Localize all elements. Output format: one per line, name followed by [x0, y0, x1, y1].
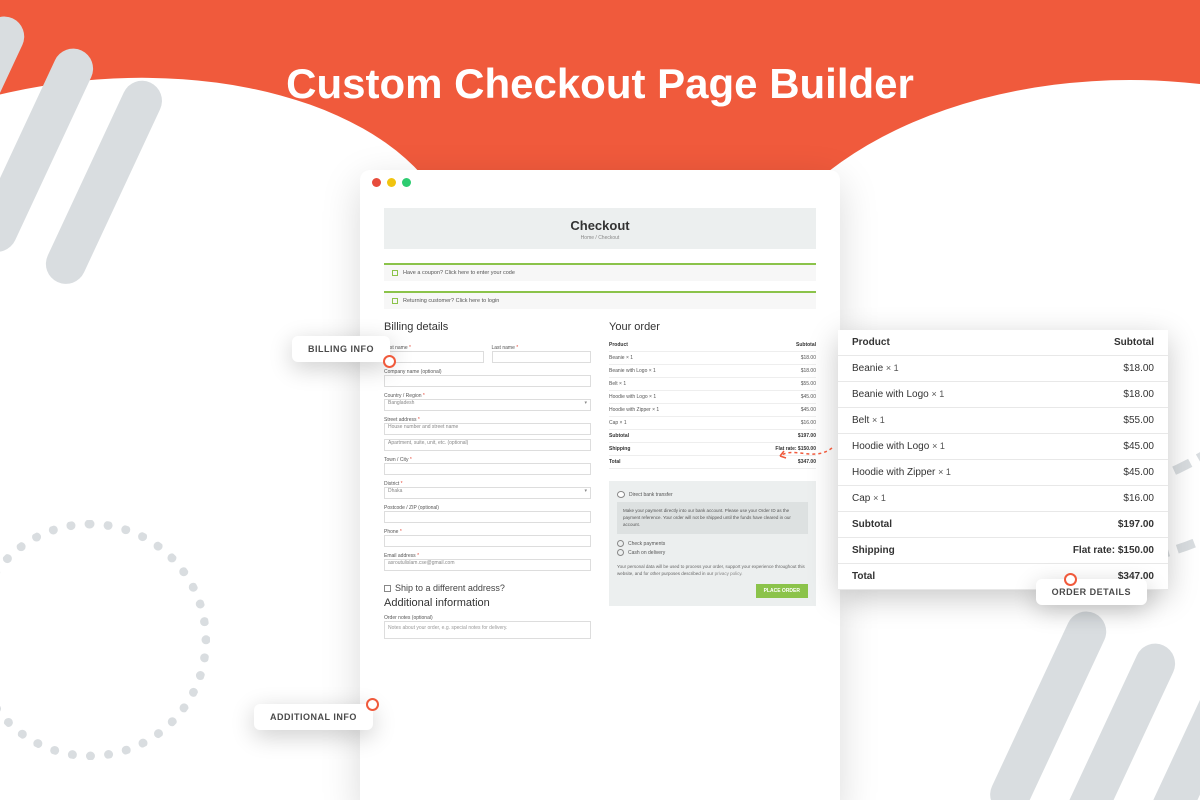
- zoom-subtotal-label: Subtotal: [852, 519, 892, 530]
- coupon-link[interactable]: Click here to enter your code: [443, 270, 515, 276]
- billing-column: Billing details First name * Last name *…: [384, 319, 591, 639]
- breadcrumb: Home / Checkout: [384, 235, 816, 241]
- table-row: Belt × 1$55.00: [609, 378, 816, 391]
- zoom-subtotal-value: $197.00: [1118, 519, 1154, 530]
- zoom-shipping-value: Flat rate: $150.00: [1073, 545, 1154, 556]
- order-column: Your order Product Subtotal Beanie × 1$18…: [609, 319, 816, 639]
- table-row: Cap × 1$16.00: [609, 417, 816, 430]
- coupon-notice[interactable]: Have a coupon? Click here to enter your …: [384, 263, 816, 281]
- table-row: Hoodie with Zipper × 1$45.00: [609, 404, 816, 417]
- order-notes-field[interactable]: Notes about your order, e.g. special not…: [384, 621, 591, 639]
- email-field[interactable]: asroutulislam.cse@gmail.com: [384, 559, 591, 571]
- zoom-col-subtotal: Subtotal: [1114, 337, 1154, 348]
- zoom-col-product: Product: [852, 337, 890, 348]
- decorative-stripes-bottom: [965, 597, 1200, 800]
- order-details-zoom: Product Subtotal Beanie × 1$18.00Beanie w…: [838, 330, 1168, 590]
- last-name-field[interactable]: [492, 351, 592, 363]
- page-headline: Custom Checkout Page Builder: [0, 60, 1200, 108]
- country-select[interactable]: Bangladesh▾: [384, 399, 591, 411]
- info-icon: [392, 298, 398, 304]
- checkbox-icon: [384, 585, 391, 592]
- browser-chrome: [360, 170, 840, 196]
- total-label: Total: [609, 459, 621, 465]
- subtotal-value: $197.00: [798, 433, 816, 439]
- subtotal-label: Subtotal: [609, 433, 629, 439]
- callout-additional-info: ADDITIONAL INFO: [254, 704, 373, 730]
- table-row: Beanie × 1$18.00: [609, 352, 816, 365]
- ship-different-label: Ship to a different address?: [395, 583, 505, 593]
- payment-check[interactable]: Check payments: [617, 540, 808, 547]
- maximize-icon: [402, 178, 411, 187]
- table-row: Cap × 1$16.00: [838, 486, 1168, 512]
- decorative-dotted-circle: [0, 520, 210, 760]
- zoom-total-label: Total: [852, 571, 875, 582]
- table-row: Beanie with Logo × 1$18.00: [838, 382, 1168, 408]
- company-field[interactable]: [384, 375, 591, 387]
- breadcrumb-current: Checkout: [598, 235, 619, 241]
- callout-order-details: ORDER DETAILS: [1036, 579, 1147, 605]
- chevron-down-icon: ▾: [584, 400, 587, 406]
- postcode-field[interactable]: [384, 511, 591, 523]
- first-name-field[interactable]: [384, 351, 484, 363]
- table-row: Beanie with Logo × 1$18.00: [609, 365, 816, 378]
- place-order-button[interactable]: PLACE ORDER: [756, 584, 808, 598]
- privacy-notice: Your personal data will be used to proce…: [617, 564, 808, 578]
- coupon-text: Have a coupon?: [403, 270, 443, 276]
- col-product: Product: [609, 342, 628, 348]
- chevron-down-icon: ▾: [584, 488, 587, 494]
- table-row: Hoodie with Logo × 1$45.00: [838, 434, 1168, 460]
- browser-mockup: Checkout Home / Checkout Have a coupon? …: [360, 170, 840, 800]
- radio-selected-icon: [617, 491, 625, 498]
- bank-transfer-desc: Make your payment directly into our bank…: [617, 502, 808, 534]
- zoom-shipping-label: Shipping: [852, 545, 895, 556]
- table-row: Hoodie with Logo × 1$45.00: [609, 391, 816, 404]
- additional-heading: Additional information: [384, 597, 591, 609]
- arrow-connector-icon: [774, 444, 834, 464]
- info-icon: [392, 270, 398, 276]
- returning-notice[interactable]: Returning customer? Click here to login: [384, 291, 816, 309]
- minimize-icon: [387, 178, 396, 187]
- table-row: Belt × 1$55.00: [838, 408, 1168, 434]
- payment-box: Direct bank transfer Make your payment d…: [609, 481, 816, 606]
- street1-field[interactable]: House number and street name: [384, 423, 591, 435]
- returning-link[interactable]: Click here to login: [454, 298, 499, 304]
- col-subtotal: Subtotal: [796, 342, 816, 348]
- payment-cod[interactable]: Cash on delivery: [617, 549, 808, 556]
- order-heading: Your order: [609, 321, 816, 333]
- phone-field[interactable]: [384, 535, 591, 547]
- returning-text: Returning customer?: [403, 298, 454, 304]
- table-row: Beanie × 1$18.00: [838, 356, 1168, 382]
- privacy-link[interactable]: privacy policy: [715, 571, 742, 576]
- callout-billing-info: BILLING INFO: [292, 336, 390, 362]
- radio-icon: [617, 540, 624, 547]
- radio-icon: [617, 549, 624, 556]
- shipping-label: Shipping: [609, 446, 630, 452]
- district-select[interactable]: Dhaka▾: [384, 487, 591, 499]
- page-title: Checkout: [384, 218, 816, 233]
- ship-different-checkbox[interactable]: Ship to a different address?: [384, 583, 591, 593]
- page-header: Checkout Home / Checkout: [384, 208, 816, 249]
- breadcrumb-home[interactable]: Home: [581, 235, 594, 241]
- street2-field[interactable]: Apartment, suite, unit, etc. (optional): [384, 439, 591, 451]
- town-field[interactable]: [384, 463, 591, 475]
- payment-bank-transfer[interactable]: Direct bank transfer: [617, 491, 808, 498]
- close-icon: [372, 178, 381, 187]
- table-row: Hoodie with Zipper × 1$45.00: [838, 460, 1168, 486]
- billing-heading: Billing details: [384, 321, 591, 333]
